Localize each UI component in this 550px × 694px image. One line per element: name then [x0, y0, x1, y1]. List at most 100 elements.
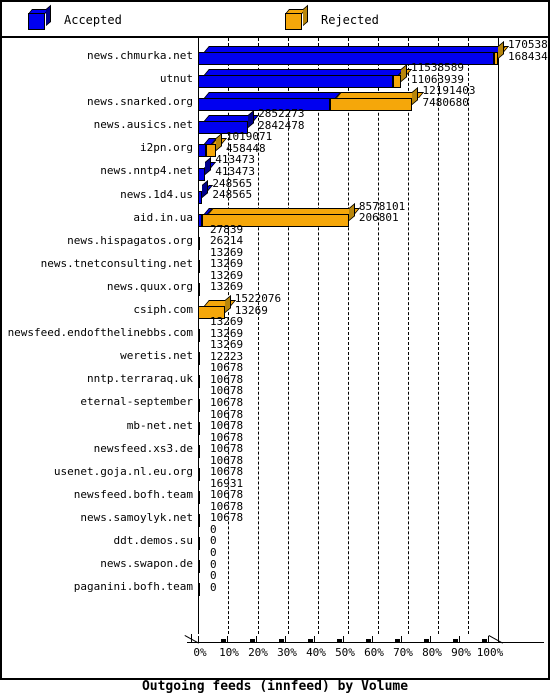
bar-category-label: news.1d4.us	[120, 187, 193, 201]
bar-value-accepted: 248565	[212, 188, 253, 202]
bar-segment-accepted[interactable]	[198, 75, 393, 89]
bar-end-cap	[412, 87, 419, 106]
chart-row: ddt.demos.su 0 0	[2, 524, 548, 552]
bar-value-labels: 13269 12223	[210, 339, 243, 362]
bar-segment-rejected[interactable]	[392, 75, 401, 89]
bar-value-labels: 1522076 13269	[235, 293, 281, 316]
bar-category-label: news.chmurka.net	[87, 49, 193, 62]
bar-segment-empty	[198, 398, 200, 412]
bar-value-accepted: 10678	[210, 465, 244, 479]
chart-row: newsfeed.xs3.de 10678 10678	[2, 432, 548, 460]
bar-category-label: eternal-september	[80, 395, 193, 409]
bar-category-label: i2pn.org	[140, 141, 193, 155]
bar-segment-empty	[198, 329, 200, 343]
bar-value-labels: 8578101 206801	[359, 201, 405, 224]
bar-zone: 00	[198, 547, 498, 575]
x-axis-tick-foot	[308, 639, 313, 642]
bar-value-accepted: 0	[210, 580, 217, 594]
legend-item-rejected: Rejected	[285, 2, 379, 38]
bar-zone: 10678 10678	[198, 501, 498, 529]
x-axis-tick-foot	[221, 639, 226, 642]
bar-value-accepted: 206801	[358, 211, 399, 225]
chart-bars: news.chmurka.net 1705380716843414 utnut 115…	[2, 39, 550, 598]
bar-value-labels: 10678 10678	[210, 385, 243, 408]
bar-category-label: ddt.demos.su	[113, 533, 193, 547]
x-axis-tick-foot	[482, 639, 487, 642]
bar-category-label: usenet.goja.nl.eu.org	[53, 464, 193, 478]
chart-row: newsfeed.bofh.team 16931 10678	[2, 478, 548, 506]
bar-end-cap	[248, 110, 255, 129]
bar-category-label: news.hispagatos.org	[67, 233, 193, 247]
bar-value-labels: 10678 10678	[210, 501, 243, 524]
chart-row: news.samoylyk.net 10678 10678	[2, 501, 548, 529]
bar-value-labels: 12191403 7480680	[422, 85, 475, 108]
bar-value-labels: 00	[210, 547, 217, 570]
chart-row: csiph.com 1522076 13269	[2, 293, 548, 321]
x-axis-tick	[256, 636, 257, 643]
bar-value-accepted: 16843414	[508, 49, 550, 63]
bar-value-labels: 248565 248565	[212, 178, 252, 201]
x-axis-tick	[372, 636, 373, 643]
axis-depth-line-left	[185, 635, 199, 645]
bar-value-total: 12191403	[422, 84, 476, 98]
bar-value-labels: 16931 10678	[210, 478, 243, 501]
bar-value-total: 0	[210, 569, 217, 583]
chart-row: news.tnetconsulting.net 13269 13269	[2, 247, 548, 275]
bar-value-labels: 2852273 2842478	[258, 108, 304, 131]
bar-end-cap	[400, 64, 407, 83]
chart-row: i2pn.org 1019071 458448	[2, 131, 548, 159]
bar-segment-empty	[198, 583, 200, 597]
chart-row: usenet.goja.nl.eu.org 10678 10678	[2, 455, 548, 483]
x-axis-tick-foot	[366, 639, 371, 642]
chart-row: news.hispagatos.org 27839 26214	[2, 224, 548, 252]
x-axis-tick	[430, 636, 431, 643]
bar-end-cap	[205, 156, 212, 175]
bar-segment-empty	[198, 352, 200, 366]
bar-category-label: utnut	[159, 72, 193, 86]
x-axis-tick	[488, 636, 489, 643]
bar-top-face	[204, 300, 236, 307]
bar-value-labels: 1705380716843414	[508, 39, 550, 62]
bar-segment-empty	[198, 537, 200, 551]
bar-zone: 00	[198, 524, 498, 552]
bar-category-label: csiph.com	[133, 303, 193, 317]
chart-legend: Accepted Rejected	[2, 2, 548, 38]
bar-value-labels: 00	[210, 570, 217, 593]
bar-value-total: 13269	[210, 315, 244, 329]
bar-segment-empty	[198, 490, 200, 504]
bar-value-accepted: 10678	[210, 442, 244, 456]
bar-end-cap	[348, 202, 355, 221]
bar-value-labels: 00	[210, 524, 217, 547]
x-axis-tick	[343, 636, 344, 643]
bar-category-label: nntp.terraraq.uk	[87, 372, 193, 386]
chart-row: news.chmurka.net 1705380716843414	[2, 39, 550, 67]
x-axis-tick	[459, 636, 460, 643]
bar-value-labels: 413473 413473	[215, 154, 255, 177]
bar-end-cap	[224, 295, 231, 314]
x-axis: 0% 10% 20% 30% 40% 50% 60% 70% 80% 90% 100%	[2, 634, 548, 678]
chart-row: news.ausics.net 2852273 2842478	[2, 108, 548, 136]
bar-segment-empty	[198, 444, 200, 458]
bar-segment-accepted[interactable]	[198, 144, 207, 158]
bar-value-accepted: 10678	[210, 419, 244, 432]
chart-page: Accepted Rejected news.chmurka.net 170538…	[0, 0, 550, 694]
bar-value-labels: 10678 10678	[210, 408, 244, 432]
x-axis-tick	[285, 636, 286, 643]
bar-segment-empty	[198, 259, 200, 273]
bar-top-face	[204, 46, 506, 53]
bar-top-face	[204, 92, 341, 99]
bar-segment-empty	[198, 467, 200, 481]
bar-end-cap	[498, 41, 504, 60]
bar-segment-empty	[198, 236, 200, 250]
chart-row: news.swapon.de 0 0	[2, 547, 548, 575]
bar-end-cap	[202, 179, 209, 198]
bar-category-label: mb-net.net	[126, 418, 193, 432]
bar-segment-empty	[198, 513, 200, 527]
cube-icon	[28, 4, 52, 31]
bar-category-label: aid.in.ua	[133, 210, 193, 224]
bar-value-labels: 27839 26214	[210, 224, 243, 247]
bar-category-label: newsfeed.endofthelinebbs.com	[7, 326, 193, 340]
bar-segment-rejected[interactable]	[329, 98, 413, 112]
x-axis-tick	[227, 636, 228, 643]
chart-row: aid.in.ua 8578101 206801	[2, 201, 548, 229]
